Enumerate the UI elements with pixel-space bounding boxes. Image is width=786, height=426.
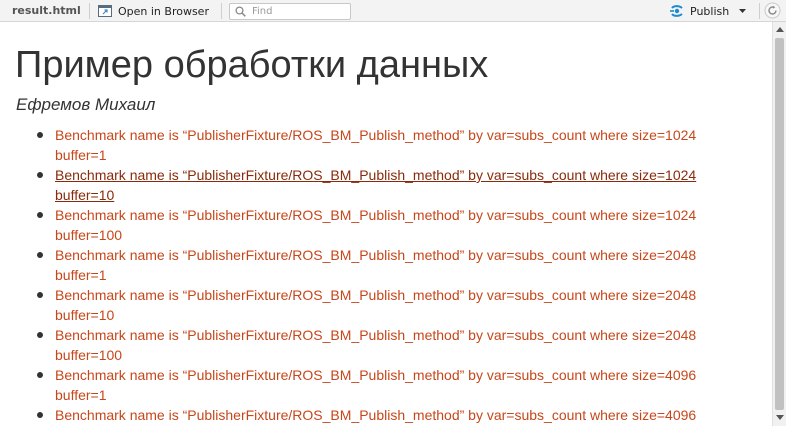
open-in-browser-button[interactable]: Open in Browser (98, 3, 209, 19)
list-item: Benchmark name is “PublisherFixture/ROS_… (0, 285, 700, 325)
list-item: Benchmark name is “PublisherFixture/ROS_… (0, 365, 700, 405)
scroll-down-arrow-icon[interactable] (776, 415, 784, 420)
toolbar-divider (221, 3, 222, 19)
document-viewer: Пример обработки данных Ефремов Михаил B… (0, 22, 772, 426)
benchmark-link[interactable]: Benchmark name is “PublisherFixture/ROS_… (55, 405, 700, 425)
file-name: result.html (12, 4, 81, 17)
benchmark-link[interactable]: Benchmark name is “PublisherFixture/ROS_… (55, 325, 700, 365)
viewer-toolbar: result.html Open in Browser Publish (0, 0, 786, 22)
scrollbar-thumb[interactable] (775, 38, 784, 410)
publish-button[interactable]: Publish (669, 3, 747, 19)
list-item: Benchmark name is “PublisherFixture/ROS_… (0, 405, 700, 426)
bullet (37, 332, 43, 338)
toolbar-divider (759, 3, 760, 19)
benchmark-link[interactable]: Benchmark name is “PublisherFixture/ROS_… (55, 125, 700, 165)
scroll-up-arrow-icon[interactable] (776, 27, 784, 32)
benchmark-link[interactable]: Benchmark name is “PublisherFixture/ROS_… (55, 365, 700, 405)
benchmark-link[interactable]: Benchmark name is “PublisherFixture/ROS_… (55, 245, 700, 285)
bullet (37, 372, 43, 378)
browser-window-icon (98, 5, 112, 17)
bullet (37, 212, 43, 218)
list-item: Benchmark name is “PublisherFixture/ROS_… (0, 125, 700, 165)
bullet (37, 132, 43, 138)
benchmark-link[interactable]: Benchmark name is “PublisherFixture/ROS_… (55, 285, 700, 325)
benchmark-link-list: Benchmark name is “PublisherFixture/ROS_… (0, 125, 700, 426)
list-item: Benchmark name is “PublisherFixture/ROS_… (0, 325, 700, 365)
list-item: Benchmark name is “PublisherFixture/ROS_… (0, 245, 700, 285)
page-title: Пример обработки данных (15, 44, 489, 86)
list-item: Benchmark name is “PublisherFixture/ROS_… (0, 205, 700, 245)
list-item: Benchmark name is “PublisherFixture/ROS_… (0, 165, 700, 205)
refresh-icon[interactable] (764, 2, 781, 19)
find-box[interactable] (229, 3, 351, 20)
bullet (37, 252, 43, 258)
vertical-scrollbar[interactable] (772, 22, 786, 426)
chevron-down-icon[interactable] (739, 9, 747, 13)
search-icon (235, 6, 246, 17)
benchmark-link[interactable]: Benchmark name is “PublisherFixture/ROS_… (55, 165, 700, 205)
toolbar-divider (89, 3, 90, 19)
publish-icon (670, 5, 683, 17)
author-name: Ефремов Михаил (16, 95, 156, 114)
benchmark-link[interactable]: Benchmark name is “PublisherFixture/ROS_… (55, 205, 700, 245)
publish-label: Publish (690, 4, 730, 18)
bullet (37, 292, 43, 298)
bullet (37, 412, 43, 418)
open-in-browser-label: Open in Browser (118, 4, 209, 18)
bullet (37, 172, 43, 178)
find-input[interactable] (252, 5, 347, 18)
